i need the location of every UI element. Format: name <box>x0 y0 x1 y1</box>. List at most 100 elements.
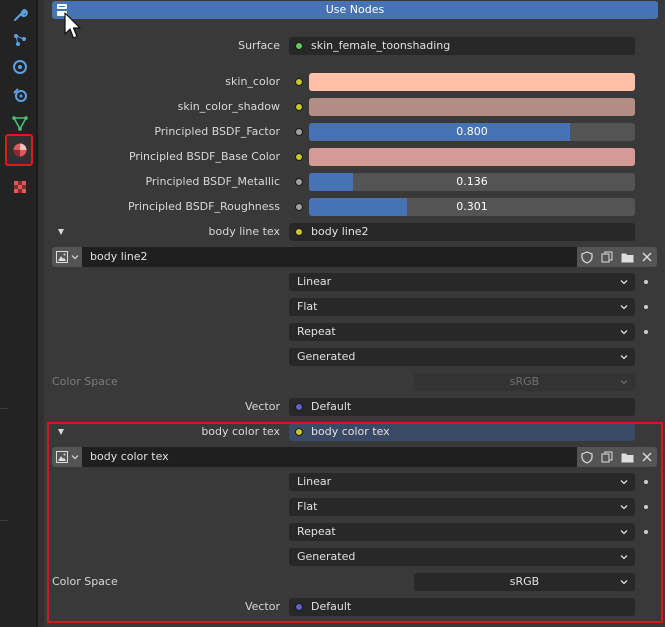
image-browse-button[interactable] <box>52 247 82 267</box>
dropdown-value: Generated <box>297 350 356 363</box>
constraints-icon <box>13 88 27 102</box>
line-tex-link-value: body line2 <box>311 225 369 238</box>
open-image-button[interactable] <box>617 247 637 267</box>
dropdown-value: Repeat <box>297 525 336 538</box>
color-socket-icon <box>295 428 303 436</box>
skin-color-label: skin_color <box>225 75 280 88</box>
mouse-cursor-icon <box>64 12 81 39</box>
chevron-down-icon <box>620 580 628 585</box>
dropdown-value: Generated <box>297 550 356 563</box>
sidebar-divider <box>0 408 8 409</box>
shield-icon <box>581 250 593 264</box>
dropdown-value: Flat <box>297 500 318 513</box>
value-socket-icon[interactable] <box>295 203 303 211</box>
line-tex-vector-label: Vector <box>244 400 280 413</box>
particles-tab[interactable] <box>8 29 32 51</box>
mesh-data-tab[interactable] <box>8 112 32 134</box>
unlink-image-button[interactable] <box>637 247 657 267</box>
duplicate-icon <box>601 451 613 463</box>
line-tex-image-selector: body line2 <box>52 247 657 267</box>
use-nodes-button[interactable]: Use Nodes <box>52 1 658 19</box>
material-tab[interactable] <box>8 139 32 161</box>
slider-value: 0.136 <box>456 175 488 188</box>
dropdown-value: Linear <box>297 475 332 488</box>
physics-tab[interactable] <box>8 56 32 78</box>
open-image-button[interactable] <box>617 447 637 467</box>
modifier-tab[interactable] <box>8 4 32 26</box>
surface-shader-field[interactable]: skin_female_toonshading <box>289 37 635 55</box>
tab-bar-separator <box>36 0 38 627</box>
color-tex-extension-dropdown[interactable]: Repeat <box>289 523 635 541</box>
color-tex-color-space-dropdown[interactable]: sRGB <box>414 573 635 591</box>
bsdf-factor-slider[interactable]: 0.800 <box>309 123 635 141</box>
value-socket-icon[interactable] <box>295 128 303 136</box>
slider-value: 0.301 <box>456 200 488 213</box>
dropdown-value: Flat <box>297 300 318 313</box>
close-icon <box>642 252 652 262</box>
color-tex-interpolation-dropdown[interactable]: Linear <box>289 473 635 491</box>
line-tex-vector-field[interactable]: Default <box>289 398 635 416</box>
color-tex-link-value: body color tex <box>311 425 390 438</box>
skin-color-swatch[interactable] <box>309 73 635 91</box>
chevron-down-icon <box>620 330 628 335</box>
shader-socket-icon <box>295 42 303 50</box>
material-properties-panel: Use Nodes Surface skin_female_toonshadin… <box>44 0 665 627</box>
image-name[interactable]: body line2 <box>90 247 148 267</box>
color-socket-icon[interactable] <box>295 103 303 111</box>
bsdf-factor-label: Principled BSDF_Factor <box>154 125 280 138</box>
chevron-down-icon <box>620 355 628 360</box>
chevron-down-icon <box>620 480 628 485</box>
keyframe-dot-icon[interactable] <box>644 280 648 284</box>
fake-user-button[interactable] <box>577 447 597 467</box>
fake-user-button[interactable] <box>577 247 597 267</box>
color-tex-vector-field[interactable]: Default <box>289 598 635 616</box>
texture-tab[interactable] <box>8 176 32 198</box>
close-icon <box>642 452 652 462</box>
bsdf-roughness-slider[interactable]: 0.301 <box>309 198 635 216</box>
keyframe-dot-icon[interactable] <box>644 305 648 309</box>
color-socket-icon <box>295 228 303 236</box>
skin-color-shadow-swatch[interactable] <box>309 98 635 116</box>
unlink-image-button[interactable] <box>637 447 657 467</box>
color-tex-projection-dropdown[interactable]: Flat <box>289 498 635 516</box>
skin-color-shadow-label: skin_color_shadow <box>177 100 280 113</box>
line-tex-projection-dropdown[interactable]: Flat <box>289 298 635 316</box>
texture-icon <box>14 181 26 193</box>
color-tex-source-dropdown[interactable]: Generated <box>289 548 635 566</box>
dropdown-value: sRGB <box>509 375 540 388</box>
image-name[interactable]: body color tex <box>90 447 169 467</box>
color-socket-icon[interactable] <box>295 78 303 86</box>
surface-shader-value: skin_female_toonshading <box>311 39 451 52</box>
keyframe-dot-icon[interactable] <box>644 505 648 509</box>
properties-tab-bar <box>0 0 38 627</box>
line-tex-interpolation-dropdown[interactable]: Linear <box>289 273 635 291</box>
line-tex-source-dropdown[interactable]: Generated <box>289 348 635 366</box>
particles-icon <box>14 34 26 46</box>
bsdf-base-color-label: Principled BSDF_Base Color <box>128 150 280 163</box>
line-tex-label: body line tex <box>208 225 280 238</box>
duplicate-image-button[interactable] <box>597 247 617 267</box>
color-socket-icon[interactable] <box>295 153 303 161</box>
value-socket-icon[interactable] <box>295 178 303 186</box>
constraints-tab[interactable] <box>8 84 32 106</box>
keyframe-dot-icon[interactable] <box>644 330 648 334</box>
chevron-down-icon <box>620 555 628 560</box>
bsdf-base-color-swatch[interactable] <box>309 148 635 166</box>
image-browse-button[interactable] <box>52 447 82 467</box>
line-tex-link-field[interactable]: body line2 <box>289 223 635 241</box>
line-tex-color-space-dropdown[interactable]: sRGB <box>414 373 635 391</box>
color-tex-link-field[interactable]: body color tex <box>289 423 635 441</box>
keyframe-dot-icon[interactable] <box>644 530 648 534</box>
chevron-down-icon <box>71 255 79 260</box>
color-tex-color-space-label: Color Space <box>52 575 118 588</box>
wrench-icon <box>14 8 28 21</box>
material-icon <box>13 143 27 157</box>
keyframe-dot-icon[interactable] <box>644 480 648 484</box>
line-tex-extension-dropdown[interactable]: Repeat <box>289 323 635 341</box>
image-icon <box>56 251 68 263</box>
bsdf-metallic-slider[interactable]: 0.136 <box>309 173 635 191</box>
chevron-down-icon <box>620 380 628 385</box>
folder-icon <box>621 453 633 462</box>
image-icon <box>56 451 68 463</box>
duplicate-image-button[interactable] <box>597 447 617 467</box>
